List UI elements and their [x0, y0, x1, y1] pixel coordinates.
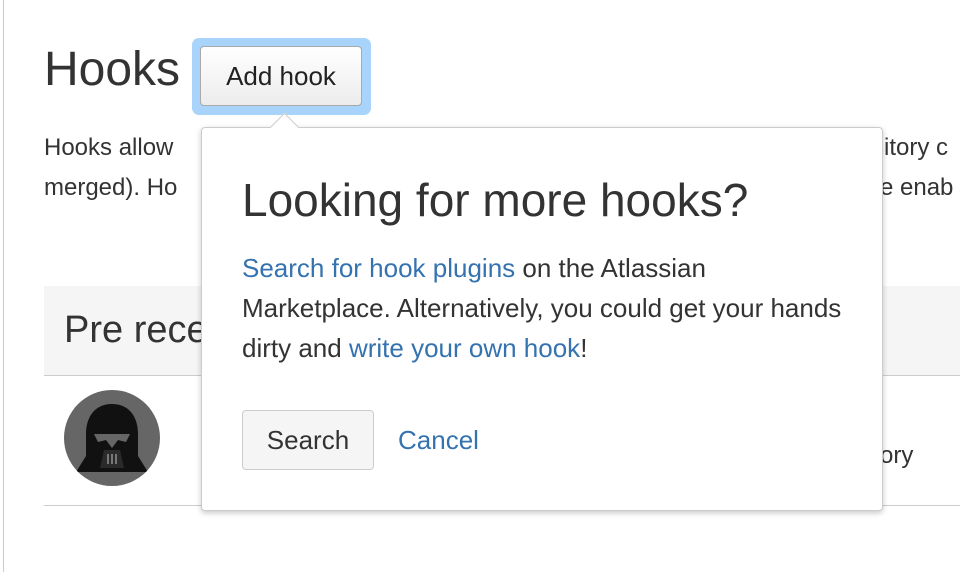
- add-hook-button[interactable]: Add hook: [200, 46, 362, 106]
- search-button[interactable]: Search: [242, 410, 374, 470]
- cancel-link[interactable]: Cancel: [398, 424, 479, 456]
- dialog-body: Search for hook plugins on the Atlassian…: [242, 253, 842, 363]
- darth-vader-avatar-icon: [64, 390, 160, 486]
- row-description-tail: ory: [880, 442, 914, 469]
- page-title: Hooks: [44, 43, 181, 96]
- write-own-hook-link[interactable]: write your own hook: [349, 333, 580, 363]
- left-border: [3, 0, 4, 572]
- dialog-title: Looking for more hooks?: [242, 174, 749, 226]
- more-hooks-dialog: Looking for more hooks? Search for hook …: [201, 112, 883, 511]
- dialog-arrow: [269, 112, 300, 143]
- section-title: Pre rece: [64, 309, 208, 351]
- search-hook-plugins-link[interactable]: Search for hook plugins: [242, 253, 515, 283]
